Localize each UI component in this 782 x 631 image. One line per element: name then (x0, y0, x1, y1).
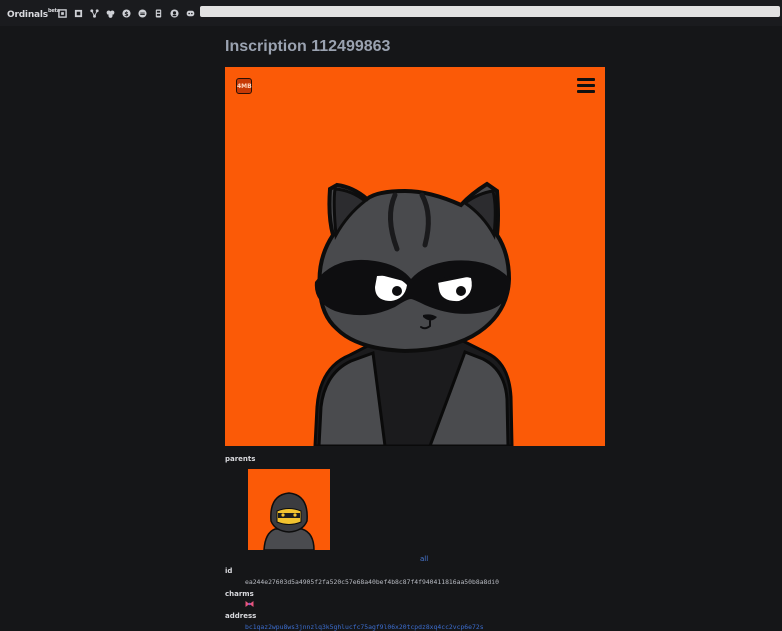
id-label: id (225, 567, 233, 575)
rune-icon[interactable] (74, 9, 83, 18)
address-label: address (225, 612, 257, 620)
cycle-icon[interactable] (106, 9, 115, 18)
inscription-preview[interactable]: 4MB (225, 67, 605, 446)
inscription-id-value: ea244e27603d5a4905f2fa520c57e68a40bef4b8… (245, 578, 499, 586)
ribbon-icon (245, 601, 254, 607)
nav-icons: $ (58, 7, 195, 19)
clock-icon[interactable] (138, 8, 147, 18)
satoshi-icon[interactable]: $ (122, 8, 131, 18)
parents-all-link[interactable]: all (420, 555, 428, 563)
parent-artwork (263, 492, 315, 550)
svg-text:$: $ (124, 10, 128, 17)
preview-badge: 4MB (236, 78, 252, 94)
parent-inscription-thumbnail[interactable] (248, 469, 330, 550)
charms-label: charms (225, 590, 254, 598)
menu-icon[interactable] (577, 77, 595, 94)
graph-icon[interactable] (90, 8, 99, 18)
brand-name: Ordinals (7, 10, 48, 20)
home-link[interactable]: Ordinalsbeta (7, 8, 60, 20)
owner-address-link[interactable]: bc1qaz2wpu8ws3jnnzlq3k5ghlucfc75agf9l06x… (245, 623, 484, 631)
blocks-icon[interactable] (58, 8, 67, 18)
discord-icon[interactable] (186, 9, 195, 18)
page-title: Inscription 112499863 (225, 38, 391, 55)
search-input[interactable] (200, 6, 780, 17)
raccoon-artwork (313, 181, 514, 446)
wallet-icon[interactable] (154, 8, 163, 18)
github-icon[interactable] (170, 8, 179, 18)
top-nav-bar: Ordinalsbeta $ (0, 0, 782, 26)
parents-label: parents (225, 455, 256, 463)
